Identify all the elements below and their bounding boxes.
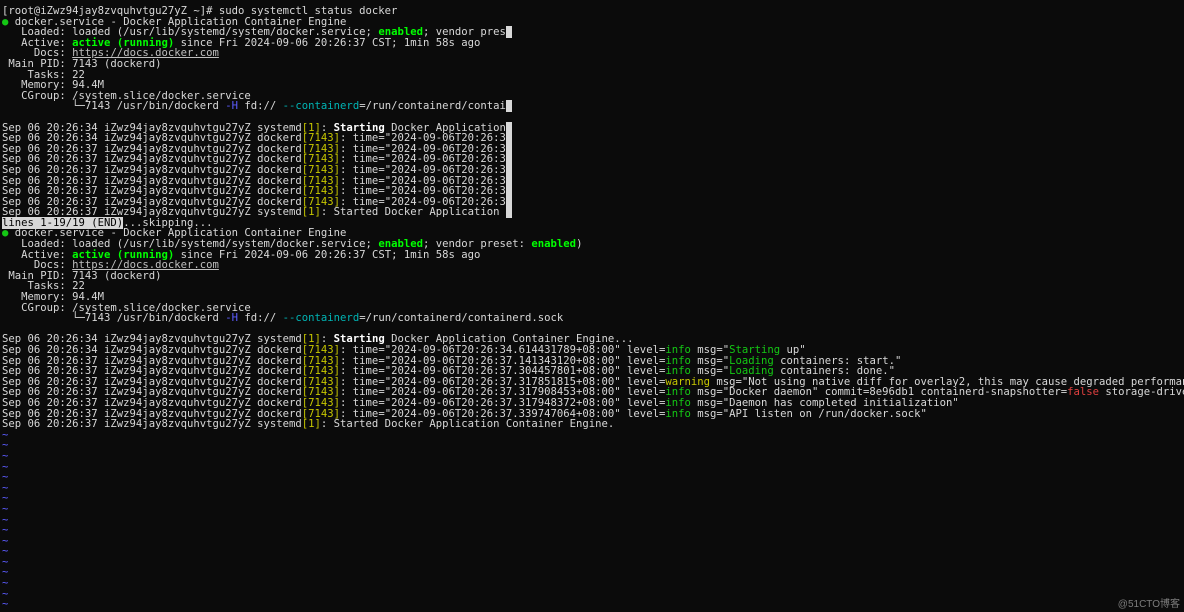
terminal-output[interactable]: [root@iZwz94jay8zvquhvtgu27yZ ~]# sudo s… (0, 0, 1184, 612)
watermark: @51CTO博客 (1118, 595, 1180, 610)
